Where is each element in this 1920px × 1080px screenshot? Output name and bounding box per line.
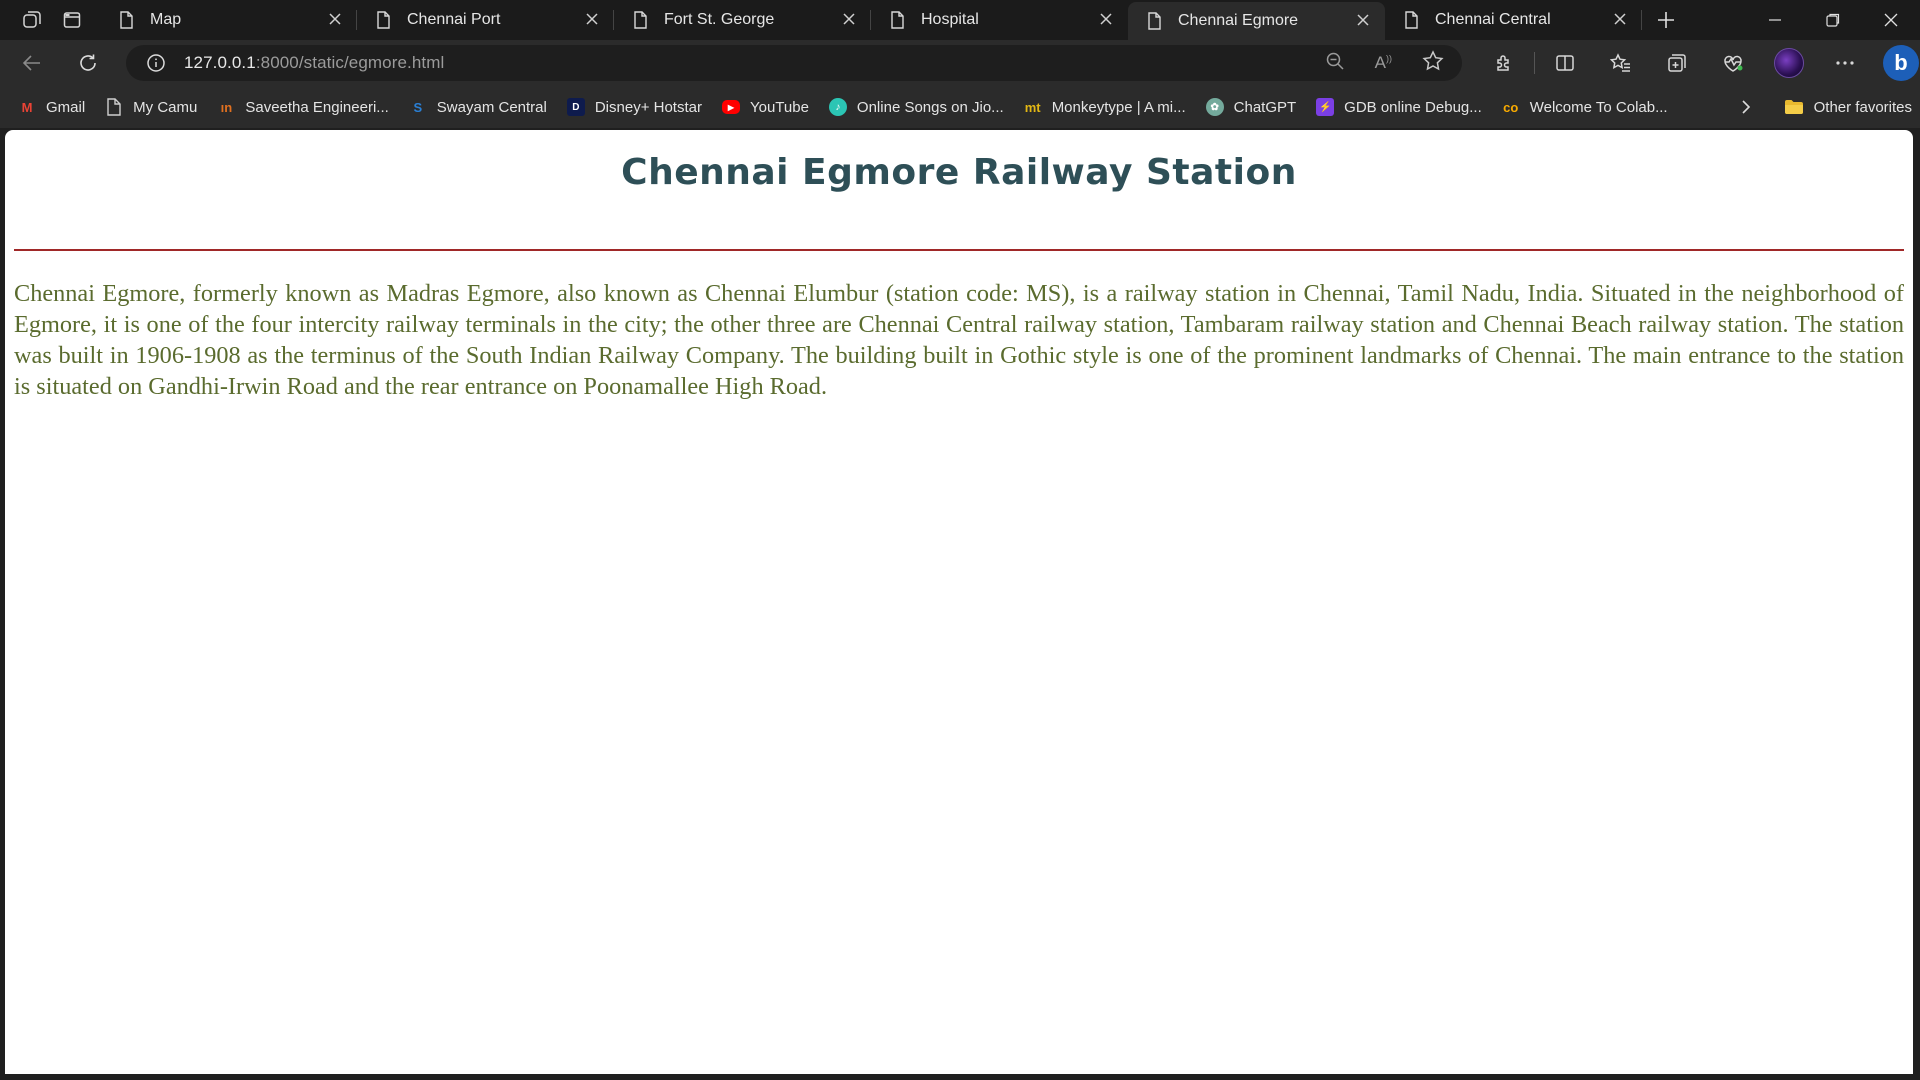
new-tab-button[interactable] <box>1646 0 1686 40</box>
bing-copilot-icon[interactable]: b <box>1873 40 1920 86</box>
swayam-icon: S <box>413 99 423 115</box>
site-info-icon[interactable] <box>146 53 166 73</box>
browser-tab[interactable]: Chennai Port <box>357 0 614 40</box>
browser-toolbar: 127.0.0.1:8000/static/egmore.html A)) b <box>0 40 1920 86</box>
chatgpt-icon: ✿ <box>1205 98 1224 116</box>
url-host: 127.0.0.1 <box>184 53 256 72</box>
bookmark-label: ChatGPT <box>1233 98 1297 116</box>
browser-essentials-icon[interactable] <box>1705 40 1761 86</box>
bookmark-item[interactable]: mt Monkeytype | A mi... <box>1014 93 1196 121</box>
bookmark-item[interactable]: co Welcome To Colab... <box>1492 93 1678 121</box>
bookmark-label: Swayam Central <box>436 98 547 116</box>
browser-tab[interactable]: Hospital <box>871 0 1128 40</box>
browser-tab[interactable]: Chennai Egmore <box>1128 2 1385 40</box>
bookmark-label: Monkeytype | A mi... <box>1051 98 1186 116</box>
page-viewport: Chennai Egmore Railway Station Chennai E… <box>5 130 1913 1074</box>
monkeytype-icon: mt <box>1024 99 1041 115</box>
page-title: Chennai Egmore Railway Station <box>621 152 1297 193</box>
toolbar-divider <box>1534 52 1535 74</box>
profile-avatar[interactable] <box>1761 40 1817 86</box>
bookmark-item[interactable]: M Gmail <box>8 93 95 121</box>
window-controls <box>1746 0 1920 40</box>
page-icon <box>634 11 647 29</box>
bookmark-item[interactable]: S Swayam Central <box>399 93 557 121</box>
bookmark-item[interactable]: My Camu <box>95 93 207 121</box>
close-tab-icon[interactable] <box>841 12 857 28</box>
horizontal-rule <box>14 249 1904 251</box>
page-icon <box>1148 12 1161 30</box>
hotstar-icon: D <box>566 98 585 116</box>
gdb-icon: ⚡ <box>1316 98 1335 116</box>
colab-icon: co <box>1503 99 1519 115</box>
bookmark-item[interactable]: ⚡ GDB online Debug... <box>1306 93 1492 121</box>
other-favorites-label: Other favorites <box>1813 98 1912 116</box>
tab-title: Fort St. George <box>664 11 775 28</box>
workspaces-icon[interactable] <box>12 0 52 40</box>
saveetha-icon: ın <box>220 99 233 115</box>
browser-tab[interactable]: Map <box>100 0 357 40</box>
collections-icon[interactable] <box>1649 40 1705 86</box>
bookmark-label: Saveetha Engineeri... <box>245 98 389 116</box>
youtube-icon: ▶ <box>721 100 740 114</box>
tab-title: Hospital <box>921 11 979 28</box>
vertical-tabs-icon[interactable] <box>52 0 92 40</box>
bookmarks-bar: M Gmail My Camu ın Saveetha Engineeri... S Swa… <box>0 86 1920 128</box>
page-icon <box>120 11 133 29</box>
bookmark-label: Online Songs on Jio... <box>856 98 1004 116</box>
tab-strip: Map Chennai Port Fort St. George Hospital Ch… <box>0 0 1920 40</box>
close-tab-icon[interactable] <box>327 12 343 28</box>
bookmark-item[interactable]: D Disney+ Hotstar <box>557 93 712 121</box>
split-screen-icon[interactable] <box>1537 40 1593 86</box>
page-icon <box>105 98 123 116</box>
minimize-icon[interactable] <box>1746 0 1804 40</box>
extensions-icon[interactable] <box>1476 40 1532 86</box>
page-icon <box>891 11 904 29</box>
close-tab-icon[interactable] <box>1612 12 1628 28</box>
browser-tab[interactable]: Fort St. George <box>614 0 871 40</box>
url-text[interactable]: 127.0.0.1:8000/static/egmore.html <box>184 53 444 73</box>
close-tab-icon[interactable] <box>584 12 600 28</box>
bookmark-label: GDB online Debug... <box>1344 98 1482 116</box>
bookmark-item[interactable]: ▶ YouTube <box>712 93 819 121</box>
bookmark-item[interactable]: ♪ Online Songs on Jio... <box>819 93 1014 121</box>
gmail-icon: M <box>21 99 33 115</box>
address-bar[interactable]: 127.0.0.1:8000/static/egmore.html A)) <box>126 45 1462 81</box>
more-options-icon[interactable] <box>1817 40 1873 86</box>
jiosaavn-icon: ♪ <box>828 98 847 116</box>
close-tab-icon[interactable] <box>1355 13 1371 29</box>
page-icon <box>1405 11 1418 29</box>
other-favorites[interactable]: Other favorites <box>1784 93 1912 121</box>
chevron-right-icon[interactable] <box>1732 93 1760 121</box>
bookmark-label: YouTube <box>749 98 809 116</box>
page-icon <box>377 11 390 29</box>
tab-title: Chennai Egmore <box>1178 12 1299 29</box>
zoom-out-icon[interactable] <box>1325 51 1345 76</box>
favorites-icon[interactable] <box>1593 40 1649 86</box>
reload-icon[interactable] <box>70 45 106 81</box>
tab-title: Chennai Central <box>1435 11 1551 28</box>
close-window-icon[interactable] <box>1862 0 1920 40</box>
bookmark-item[interactable]: ✿ ChatGPT <box>1196 93 1307 121</box>
bookmark-item[interactable]: ın Saveetha Engineeri... <box>207 93 398 121</box>
bookmark-label: My Camu <box>133 98 198 116</box>
close-tab-icon[interactable] <box>1098 12 1114 28</box>
browser-tab[interactable]: Chennai Central <box>1385 0 1642 40</box>
folder-icon <box>1784 100 1803 114</box>
back-icon[interactable] <box>14 45 50 81</box>
tab-title: Chennai Port <box>407 11 501 28</box>
restore-icon[interactable] <box>1804 0 1862 40</box>
page-paragraph: Chennai Egmore, formerly known as Madras… <box>14 280 1904 400</box>
url-path: :8000/static/egmore.html <box>255 53 445 72</box>
tab-title: Map <box>150 11 182 28</box>
bookmark-label: Gmail <box>46 98 86 116</box>
bookmark-label: Disney+ Hotstar <box>594 98 702 116</box>
favorite-star-icon[interactable] <box>1422 49 1444 77</box>
bookmark-label: Welcome To Colab... <box>1529 98 1668 116</box>
read-aloud-icon[interactable]: A)) <box>1375 53 1392 73</box>
